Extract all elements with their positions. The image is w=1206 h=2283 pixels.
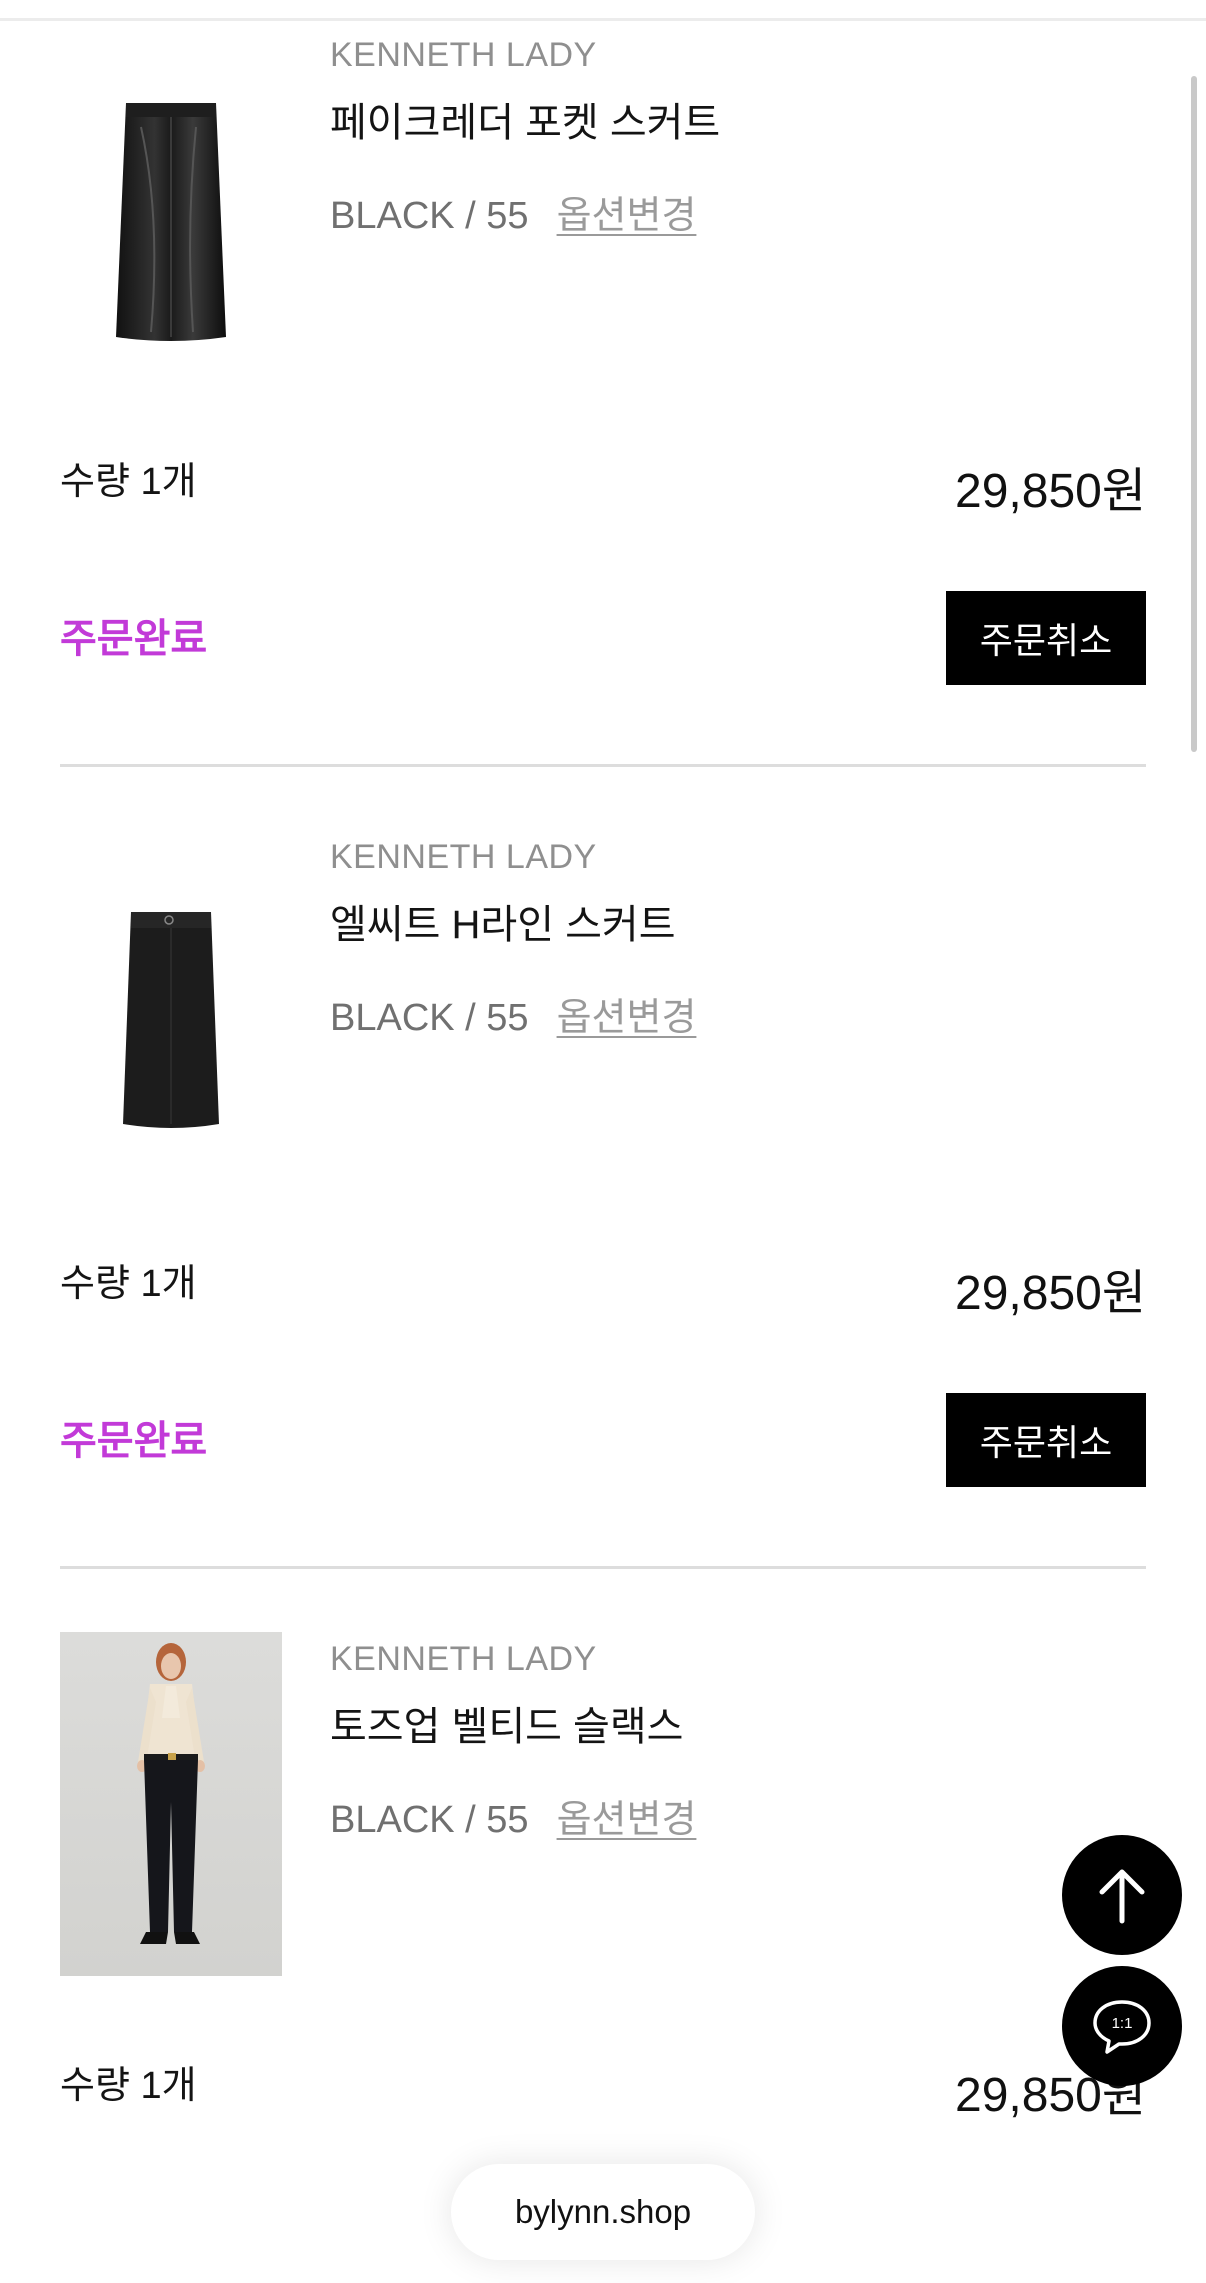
product-image[interactable] (60, 876, 282, 1166)
chat-bubble-icon: 1:1 (1093, 2000, 1151, 2054)
chat-button[interactable]: 1:1 (1062, 1966, 1182, 2086)
cancel-order-button[interactable]: 주문취소 (946, 1393, 1146, 1487)
quantity-label: 수량 1개 (60, 2065, 197, 2107)
product-name[interactable]: 토즈업 벨티드 슬랙스 (330, 1694, 683, 1752)
product-image[interactable] (60, 1632, 282, 1976)
order-status: 주문완료 (60, 1419, 208, 1463)
scrollbar[interactable] (1191, 76, 1197, 752)
option-change-link[interactable]: 옵션변경 (557, 1788, 697, 1843)
chat-label: 1:1 (1112, 2015, 1133, 2032)
option-row: BLACK / 55 옵션변경 (330, 184, 696, 239)
top-divider (0, 18, 1206, 21)
option-change-link[interactable]: 옵션변경 (557, 184, 697, 239)
option-change-link[interactable]: 옵션변경 (557, 986, 697, 1041)
brand-name: KENNETH LADY (330, 1640, 597, 1678)
product-name[interactable]: 페이크레더 포켓 스커트 (330, 90, 720, 148)
quantity-label: 수량 1개 (60, 1263, 197, 1305)
model-slacks-photo (137, 1643, 205, 1944)
browser-address-pill[interactable]: bylynn.shop (451, 2164, 755, 2260)
domain-text: bylynn.shop (514, 2193, 692, 2230)
cancel-order-button[interactable]: 주문취소 (946, 591, 1146, 685)
price: 29,850원 (955, 1267, 1146, 1320)
product-name[interactable]: 엘씨트 H라인 스커트 (330, 892, 676, 950)
h-line-skirt-image (123, 912, 219, 1128)
item-divider (60, 1566, 1146, 1569)
option-text: BLACK / 55 (330, 997, 529, 1039)
option-text: BLACK / 55 (330, 195, 529, 237)
item-divider (60, 764, 1146, 767)
order-status: 주문완료 (60, 617, 208, 661)
brand-name: KENNETH LADY (330, 36, 597, 74)
quantity-label: 수량 1개 (60, 461, 197, 503)
option-row: BLACK / 55 옵션변경 (330, 986, 696, 1041)
arrow-up-icon (1099, 1869, 1145, 1924)
option-text: BLACK / 55 (330, 1799, 529, 1841)
leather-skirt-image (116, 103, 226, 341)
brand-name: KENNETH LADY (330, 838, 597, 876)
price: 29,850원 (955, 465, 1146, 518)
scroll-top-button[interactable] (1062, 1835, 1182, 1955)
option-row: BLACK / 55 옵션변경 (330, 1788, 696, 1843)
product-image[interactable] (60, 72, 282, 372)
